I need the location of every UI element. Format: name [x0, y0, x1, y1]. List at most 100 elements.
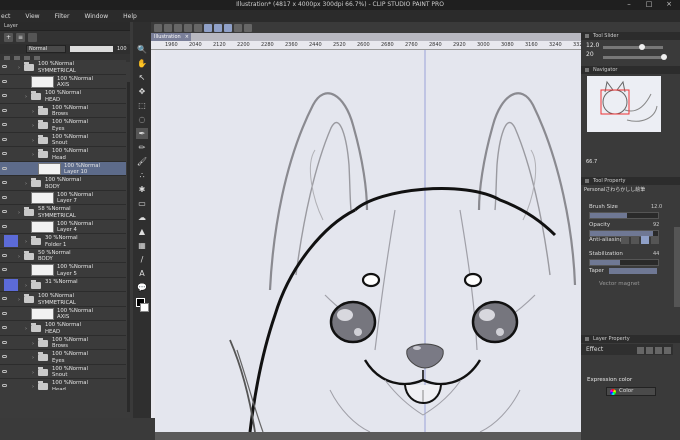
brush-tool-icon[interactable]: 🖌: [136, 156, 148, 167]
taper-bar[interactable]: [609, 268, 657, 274]
ruler-icon[interactable]: [234, 23, 242, 32]
layer-menu-icon[interactable]: ≡: [16, 33, 25, 42]
eye-icon[interactable]: [2, 224, 7, 228]
eye-icon[interactable]: [2, 340, 7, 344]
brush-size-value[interactable]: 12.0: [651, 204, 662, 210]
expand-icon[interactable]: ›: [32, 384, 34, 390]
operation-tool-icon[interactable]: ↖: [136, 72, 148, 83]
expand-icon[interactable]: ›: [25, 239, 27, 245]
opacity-prop-value[interactable]: 92: [653, 222, 659, 228]
size-slider-track[interactable]: [603, 46, 663, 49]
eye-icon[interactable]: [2, 137, 7, 141]
fill-tool-icon[interactable]: ▲: [136, 226, 148, 237]
eye-icon[interactable]: [2, 253, 7, 257]
layer-row[interactable]: 100 %Normal AXIS: [0, 74, 126, 89]
pencil-tool-icon[interactable]: ✏: [136, 142, 148, 153]
layer-row[interactable]: › 100 %Normal Head: [0, 379, 126, 390]
eye-icon[interactable]: [2, 152, 7, 155]
opacity-slider-track[interactable]: [603, 56, 663, 59]
stabilization-slider[interactable]: [589, 259, 659, 266]
expand-icon[interactable]: ›: [18, 210, 20, 216]
layer-row[interactable]: 100 %Normal Layer 4: [0, 219, 126, 234]
selection-tool-icon[interactable]: ⬚: [136, 100, 148, 111]
expand-icon[interactable]: ›: [18, 254, 20, 260]
menu-window[interactable]: Window: [84, 13, 108, 20]
menu-select[interactable]: ect: [1, 13, 10, 20]
antialiasing-options[interactable]: [621, 236, 661, 244]
expand-icon[interactable]: ›: [18, 65, 20, 71]
invert-icon[interactable]: [214, 23, 222, 32]
lock-icon[interactable]: [28, 33, 37, 42]
eye-icon[interactable]: [2, 355, 7, 358]
deselect-icon[interactable]: [204, 23, 212, 32]
navigator-zoom[interactable]: 66.7: [586, 159, 597, 165]
grid-icon[interactable]: [244, 23, 252, 32]
eye-icon[interactable]: [2, 297, 7, 300]
layer-row[interactable]: › 100 %Normal Snout: [0, 132, 126, 147]
layer-row[interactable]: › 100 %Normal Eyes: [0, 118, 126, 133]
navigator-preview[interactable]: [587, 76, 661, 132]
eye-icon[interactable]: [2, 181, 7, 184]
move-tool-icon[interactable]: ✥: [136, 86, 148, 97]
expand-icon[interactable]: ›: [32, 355, 34, 361]
layer-row[interactable]: › 100 %Normal Brows: [0, 335, 126, 350]
tab-illustration[interactable]: Illustration: [151, 33, 191, 41]
expand-icon[interactable]: ›: [25, 181, 27, 187]
opacity-value[interactable]: 100: [117, 46, 127, 52]
new-icon[interactable]: [154, 23, 162, 32]
expand-icon[interactable]: ›: [25, 94, 27, 100]
eye-icon[interactable]: [2, 65, 7, 68]
minimize-icon[interactable]: –: [620, 0, 638, 10]
redo-icon[interactable]: [194, 23, 202, 32]
canvas-h-scrollbar[interactable]: [155, 432, 581, 440]
layer-row[interactable]: › 30 %Normal Folder 1: [0, 234, 126, 249]
layer-row[interactable]: 100 %Normal AXIS: [0, 306, 126, 321]
blend-mode-select[interactable]: Normal: [26, 45, 66, 53]
open-icon[interactable]: [164, 23, 172, 32]
expand-icon[interactable]: ›: [25, 326, 27, 332]
expression-color-select[interactable]: Color: [606, 387, 656, 396]
undo-icon[interactable]: [184, 23, 192, 32]
eye-icon[interactable]: [2, 384, 7, 387]
effect-icon-4[interactable]: [664, 347, 671, 354]
expand-icon[interactable]: ›: [32, 138, 34, 144]
gradient-tool-icon[interactable]: ▦: [136, 240, 148, 251]
expand-icon[interactable]: ›: [32, 370, 34, 376]
brush-size-slider[interactable]: [589, 212, 659, 219]
eye-icon[interactable]: [2, 79, 7, 83]
zoom-tool-icon[interactable]: 🔍: [136, 44, 148, 55]
figure-tool-icon[interactable]: /: [136, 254, 148, 265]
stabilization-value[interactable]: 44: [653, 251, 659, 257]
expand-icon[interactable]: ›: [32, 341, 34, 347]
opacity-slider-knob[interactable]: [661, 54, 667, 60]
close-icon[interactable]: ×: [660, 0, 678, 10]
save-icon[interactable]: [174, 23, 182, 32]
layer-row[interactable]: › 100 %Normal Eyes: [0, 350, 126, 365]
blend-tool-icon[interactable]: ☁: [136, 212, 148, 223]
layer-row[interactable]: 100 %Normal Layer 7: [0, 190, 126, 205]
layer-row[interactable]: › 31 %Normal: [0, 277, 126, 292]
new-layer-icon[interactable]: +: [4, 33, 13, 42]
sub-color-swatch[interactable]: [140, 303, 149, 312]
snap-icon[interactable]: [224, 23, 232, 32]
layer-row[interactable]: › 100 %Normal SYMMETRICAL: [0, 60, 126, 75]
layer-row[interactable]: › 100 %Normal Head: [0, 147, 126, 162]
aa-none-icon[interactable]: [621, 236, 629, 244]
right-scrollbar[interactable]: [674, 227, 680, 307]
eye-icon[interactable]: [2, 166, 7, 170]
layer-row[interactable]: 100 %Normal Layer 5: [0, 263, 126, 278]
layer-row[interactable]: › 100 %Normal HEAD: [0, 321, 126, 336]
layer-row[interactable]: › 100 %Normal SYMMETRICAL: [0, 292, 126, 307]
layer-row[interactable]: › 100 %Normal BODY: [0, 176, 126, 191]
aa-medium-icon[interactable]: [641, 236, 649, 244]
layer-row[interactable]: › 100 %Normal Snout: [0, 364, 126, 379]
layer-row[interactable]: › 100 %Normal Brows: [0, 103, 126, 118]
menu-help[interactable]: Help: [123, 13, 137, 20]
eye-icon[interactable]: [2, 311, 7, 315]
expand-icon[interactable]: ›: [32, 123, 34, 129]
balloon-tool-icon[interactable]: 💬: [136, 282, 148, 293]
layer-row[interactable]: › 58 %Normal SYMMETRICAL: [0, 205, 126, 220]
airbrush-tool-icon[interactable]: ∴: [136, 170, 148, 181]
expand-icon[interactable]: ›: [32, 152, 34, 158]
expand-icon[interactable]: ›: [18, 297, 20, 303]
